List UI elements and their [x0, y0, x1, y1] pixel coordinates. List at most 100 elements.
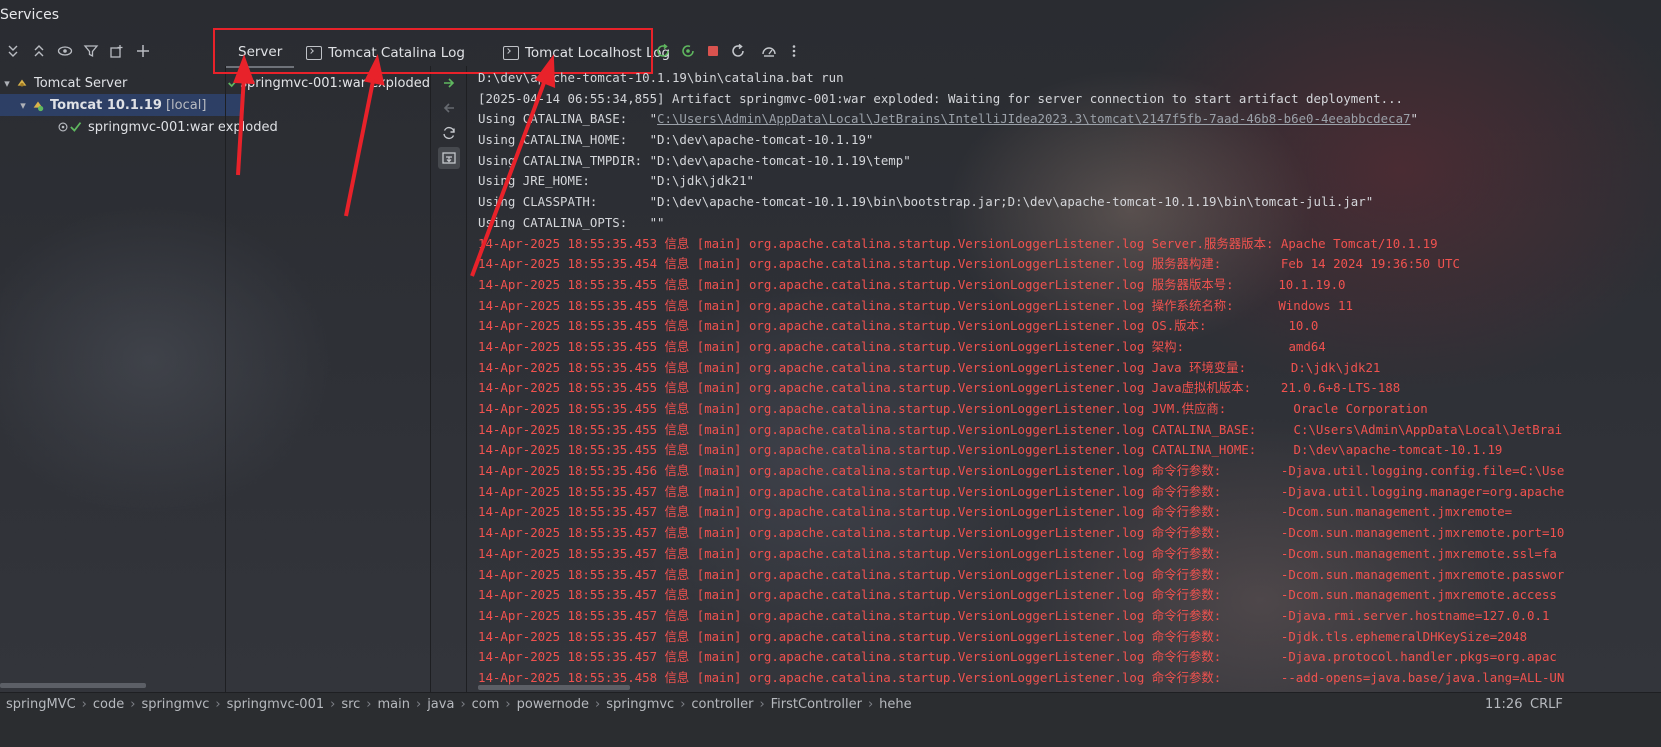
- tree-item-sublabel: [local]: [165, 97, 207, 113]
- breadcrumb-separator: ›: [215, 697, 221, 712]
- log-line: 14-Apr-2025 18:55:35.455 信息 [main] org.a…: [478, 401, 1428, 416]
- log-line: 14-Apr-2025 18:55:35.454 信息 [main] org.a…: [478, 256, 1460, 272]
- log-line: Using CATALINA_HOME: "D:\dev\apache-tomc…: [478, 132, 874, 148]
- breadcrumb-separator: ›: [130, 697, 136, 712]
- tree-item-label: springmvc-001:war exploded: [88, 119, 278, 135]
- tree-item-label: Tomcat 10.1.19: [50, 97, 162, 113]
- tree-scrollbar[interactable]: [0, 683, 146, 688]
- expand-all-icon[interactable]: [0, 38, 26, 64]
- breadcrumb-item[interactable]: main: [378, 697, 410, 712]
- deployment-item[interactable]: springmvc-001:war exploded: [226, 72, 430, 94]
- breadcrumb-item[interactable]: com: [472, 697, 500, 712]
- deploy-icon[interactable]: [438, 72, 460, 94]
- artifact-deployed-icon: [56, 119, 84, 135]
- breadcrumb-item[interactable]: FirstController: [771, 697, 862, 712]
- tree-item-tomcat-10-1-19[interactable]: ▾ Tomcat 10.1.19 [local]: [0, 94, 241, 116]
- log-line: 14-Apr-2025 18:55:35.455 信息 [main] org.a…: [478, 421, 1563, 437]
- breadcrumb-separator: ›: [867, 697, 874, 712]
- log-line: 14-Apr-2025 18:55:35.457 信息 [main] org.a…: [478, 545, 1557, 561]
- deployment-label: springmvc-001:war exploded: [240, 75, 430, 91]
- chevron-down-icon[interactable]: ▾: [16, 99, 30, 112]
- log-line: 14-Apr-2025 18:55:35.457 信息 [main] org.a…: [478, 587, 1557, 603]
- rerun-icon[interactable]: [725, 38, 750, 64]
- log-line: Using CATALINA_BASE: "C:\Users\Admin\App…: [478, 109, 1661, 130]
- breadcrumb-separator: ›: [680, 697, 686, 712]
- log-line: 14-Apr-2025 18:55:35.456 信息 [main] org.a…: [478, 463, 1565, 479]
- tree-item-label: Tomcat Server: [34, 75, 128, 91]
- log-line: 14-Apr-2025 18:55:35.455 信息 [main] org.a…: [478, 338, 1326, 354]
- console-scrollbar[interactable]: [478, 685, 630, 690]
- log-line: 14-Apr-2025 18:55:35.457 信息 [main] org.a…: [478, 483, 1565, 499]
- log-line: 14-Apr-2025 18:55:35.455 信息 [main] org.a…: [478, 276, 1346, 292]
- collapse-all-icon[interactable]: [26, 38, 52, 64]
- check-icon: [226, 77, 240, 89]
- log-line: 14-Apr-2025 18:55:35.455 信息 [main] org.a…: [478, 359, 1381, 375]
- log-text: ": [1410, 111, 1418, 127]
- breadcrumb-item[interactable]: code: [93, 697, 124, 712]
- breadcrumb-separator: ›: [759, 697, 765, 712]
- status-time: 11:26: [1485, 697, 1523, 712]
- log-line: 14-Apr-2025 18:55:35.457 信息 [main] org.a…: [478, 649, 1557, 665]
- log-line: 14-Apr-2025 18:55:35.458 信息 [main] org.a…: [478, 669, 1565, 685]
- breadcrumb-item[interactable]: hehe: [879, 697, 911, 712]
- breadcrumb-item[interactable]: powernode: [517, 697, 589, 712]
- log-line: 14-Apr-2025 18:55:35.457 信息 [main] org.a…: [478, 504, 1513, 520]
- log-line: 14-Apr-2025 18:55:35.457 信息 [main] org.a…: [478, 566, 1565, 582]
- update-app-icon[interactable]: [650, 38, 675, 64]
- refresh-icon[interactable]: [438, 122, 460, 144]
- breadcrumb-separator: ›: [366, 697, 372, 712]
- stop-icon[interactable]: [700, 38, 725, 64]
- breadcrumb-separator: ›: [415, 697, 422, 712]
- log-line: 14-Apr-2025 18:55:35.457 信息 [main] org.a…: [478, 525, 1565, 541]
- tomcat-icon: [14, 75, 30, 91]
- redeploy-icon[interactable]: [675, 38, 700, 64]
- server-actions: [650, 38, 806, 64]
- services-toolbar: [0, 36, 156, 66]
- window-title: Services: [0, 7, 60, 23]
- deploy-divider: [430, 66, 431, 728]
- log-line: Using CATALINA_TMPDIR: "D:\dev\apache-to…: [478, 152, 911, 168]
- breadcrumb-item[interactable]: springMVC: [6, 697, 76, 712]
- log-path-link[interactable]: C:\Users\Admin\AppData\Local\JetBrains\I…: [657, 111, 1410, 126]
- breadcrumb-separator: ›: [460, 697, 466, 712]
- status-encoding[interactable]: CRLF: [1530, 697, 1563, 712]
- log-line: 14-Apr-2025 18:55:35.455 信息 [main] org.a…: [478, 318, 1319, 334]
- chevron-down-icon[interactable]: ▾: [0, 77, 14, 90]
- tree-item-tomcat-server[interactable]: ▾ Tomcat Server: [0, 72, 237, 94]
- more-icon[interactable]: [781, 38, 806, 64]
- tree-item-artifact[interactable]: springmvc-001:war exploded: [0, 116, 293, 138]
- log-line: 14-Apr-2025 18:55:35.455 信息 [main] org.a…: [478, 297, 1353, 313]
- annotation-arrow-catalina: [344, 75, 376, 217]
- log-line: 14-Apr-2025 18:55:35.457 信息 [main] org.a…: [478, 628, 1528, 644]
- log-text: Using CATALINA_BASE: ": [478, 111, 658, 127]
- breadcrumb-item[interactable]: controller: [691, 697, 753, 712]
- breadcrumb-separator: ›: [595, 697, 601, 712]
- log-line: Using CATALINA_OPTS: "": [478, 214, 665, 230]
- filter-icon[interactable]: [78, 38, 104, 64]
- services-tree: ▾ Tomcat Server ▾ Tomcat 10.1.19 [local]…: [0, 72, 278, 672]
- breadcrumb-item[interactable]: java: [427, 697, 454, 712]
- tomcat-running-icon: [30, 97, 46, 113]
- dashboard-icon[interactable]: [756, 38, 781, 64]
- new-tab-icon[interactable]: [104, 38, 130, 64]
- console-gutter: [436, 72, 462, 172]
- breadcrumb-item[interactable]: springmvc: [141, 697, 209, 712]
- log-line: Using JRE_HOME: "D:\jdk\jdk21": [478, 173, 755, 189]
- log-line: 14-Apr-2025 18:55:35.457 信息 [main] org.a…: [478, 607, 1550, 623]
- console-divider: [466, 66, 467, 728]
- log-line: 14-Apr-2025 18:55:35.455 信息 [main] org.a…: [478, 442, 1503, 458]
- breadcrumb: springMVC › code › springmvc › springmvc-001 › s…: [6, 697, 918, 712]
- breadcrumb-item[interactable]: springmvc-001: [227, 697, 324, 712]
- console-output[interactable]: D:\dev\apache-tomcat-10.1.19\bin\catalin…: [478, 68, 1661, 692]
- deployment-panel: springmvc-001:war exploded: [226, 72, 430, 94]
- log-line: [2025-04-14 06:55:34,855] Artifact sprin…: [478, 90, 1404, 106]
- tree-divider: [225, 66, 226, 728]
- breadcrumb-separator: ›: [81, 697, 87, 712]
- scroll-to-end-icon[interactable]: [438, 147, 460, 169]
- add-icon[interactable]: [130, 38, 156, 64]
- undeploy-icon[interactable]: [438, 97, 460, 119]
- eye-icon[interactable]: [52, 38, 78, 64]
- breadcrumb-item[interactable]: springmvc: [606, 697, 674, 712]
- breadcrumb-item[interactable]: src: [341, 697, 360, 712]
- log-line: Using CLASSPATH: "D:\dev\apache-tomcat-1…: [478, 194, 1374, 210]
